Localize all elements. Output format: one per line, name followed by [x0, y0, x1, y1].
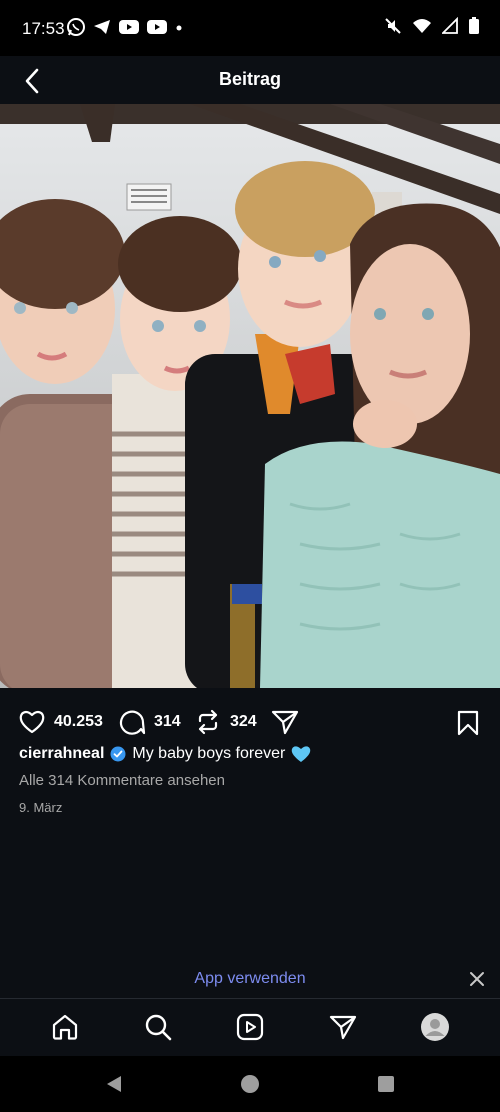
send-icon[interactable] [328, 1012, 358, 1042]
bookmark-icon[interactable] [456, 710, 480, 736]
post-image[interactable] [0, 104, 500, 688]
share-icon[interactable] [270, 708, 300, 736]
signal-icon [442, 17, 458, 34]
status-bar: 17:53 [0, 0, 500, 56]
post-date: 9. März [19, 800, 63, 815]
heart-icon[interactable] [18, 708, 46, 736]
light-blue-heart-icon [292, 746, 311, 762]
comments-count: 314 [154, 713, 181, 730]
notification-icons [66, 17, 184, 37]
mute-icon [385, 18, 401, 34]
home-icon[interactable] [50, 1012, 80, 1042]
reels-icon[interactable] [235, 1012, 265, 1042]
caption-text: My baby boys forever [132, 745, 286, 762]
post-photo-illustration [0, 104, 500, 688]
reposts-count: 324 [230, 713, 257, 730]
profile-avatar[interactable] [420, 1012, 450, 1042]
close-icon[interactable] [468, 970, 486, 988]
youtube-icon [147, 20, 167, 34]
system-home-icon[interactable] [240, 1074, 260, 1094]
comment-icon[interactable] [118, 708, 146, 736]
youtube-icon [119, 20, 139, 34]
page-title: Beitrag [218, 69, 281, 89]
username[interactable]: cierrahneal [19, 745, 104, 763]
system-icons [384, 17, 480, 35]
view-comments-link[interactable]: Alle 314 Kommentare ansehen [19, 772, 225, 789]
system-nav-bar [0, 1056, 500, 1112]
telegram-icon [94, 20, 110, 34]
whatsapp-icon [67, 18, 85, 36]
dot-icon [176, 25, 182, 31]
repost-action[interactable]: 324 [194, 708, 257, 736]
top-bar: Beitrag [0, 56, 500, 104]
post-actions: 40.253 314 324 [0, 700, 500, 744]
system-recents-icon[interactable] [377, 1075, 395, 1093]
comment-action[interactable]: 314 [118, 708, 181, 736]
use-app-link[interactable]: App verwenden [0, 970, 500, 988]
post-caption: cierrahneal My baby boys forever [19, 745, 311, 763]
wifi-icon [413, 19, 431, 33]
verified-badge-icon [110, 746, 126, 762]
system-back-icon[interactable] [104, 1074, 124, 1094]
repost-icon[interactable] [194, 708, 222, 736]
search-icon[interactable] [143, 1012, 173, 1042]
bottom-nav [0, 998, 500, 1057]
status-time: 17:53 [22, 19, 65, 38]
likes-count: 40.253 [54, 713, 103, 730]
like-action[interactable]: 40.253 [18, 708, 103, 736]
use-app-banner: App verwenden [0, 964, 500, 998]
battery-icon [469, 17, 479, 34]
